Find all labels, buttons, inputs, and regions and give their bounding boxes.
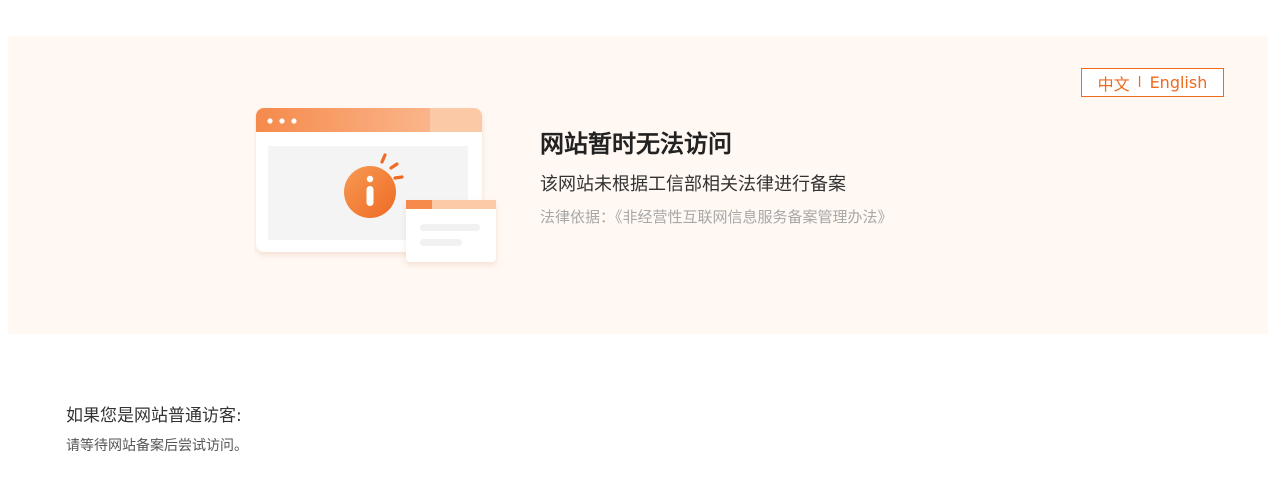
visitor-heading: 如果您是网站普通访客:: [66, 406, 242, 426]
browser-window-info-icon: [254, 106, 504, 271]
page-title: 网站暂时无法访问: [540, 130, 732, 158]
legal-basis-text: 法律依据：《非经营性互联网信息服务备案管理办法》: [540, 208, 893, 226]
notice-subtitle: 该网站未根据工信部相关法律进行备案: [540, 174, 846, 195]
notice-text: 网站暂时无法访问 该网站未根据工信部相关法律进行备案 法律依据：《非经营性互联网…: [540, 126, 893, 228]
lang-english-link[interactable]: English: [1150, 73, 1208, 92]
lang-chinese-link[interactable]: 中文: [1098, 71, 1130, 95]
language-switch: 中文 l English: [1081, 68, 1224, 97]
visitor-instruction: 请等待网站备案后尝试访问。: [66, 438, 248, 454]
lang-separator: l: [1137, 74, 1142, 91]
visitor-section: 如果您是网站普通访客: 请等待网站备案后尝试访问。: [66, 404, 248, 456]
